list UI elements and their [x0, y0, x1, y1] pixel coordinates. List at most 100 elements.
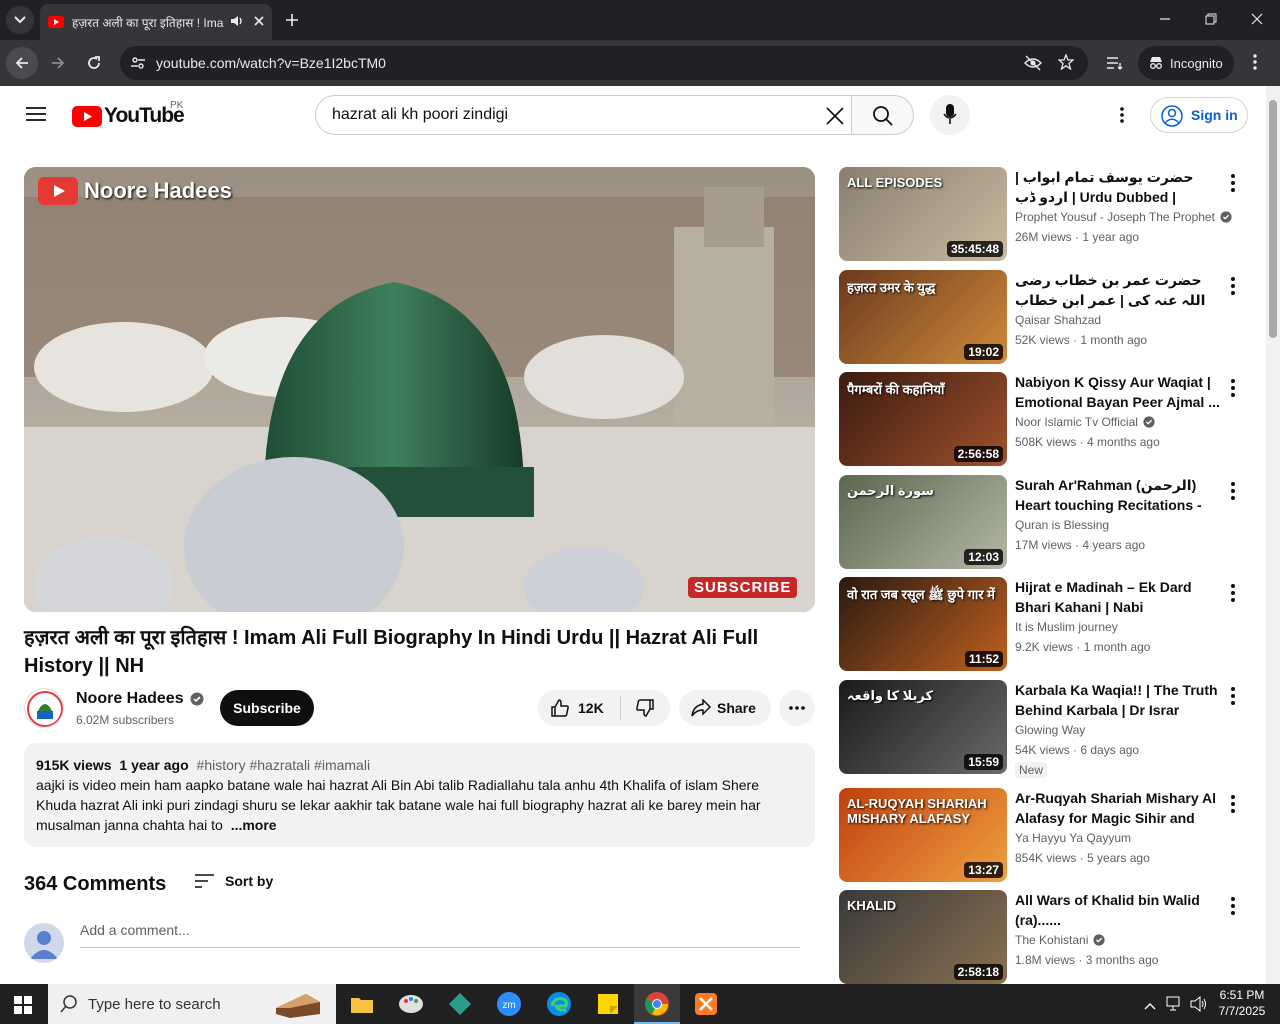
recommended-video[interactable]: KHALID 2:58:18 All Wars of Khalid bin Wali… [839, 890, 1249, 984]
address-bar[interactable]: youtube.com/watch?v=Bze1I2bcTM0 [120, 46, 1088, 80]
volume-icon[interactable] [1190, 995, 1208, 1017]
recommended-menu-icon[interactable] [1225, 171, 1241, 195]
page-scrollbar[interactable] [1266, 86, 1280, 984]
recommended-channel[interactable]: Qaisar Shahzad [1015, 313, 1101, 327]
recommended-menu-icon[interactable] [1225, 581, 1241, 605]
youtube-logo[interactable]: YouTube [72, 104, 185, 128]
video-thumbnail[interactable]: वो रात जब रसूल ﷺ छुपे गार में 11:52 [839, 577, 1007, 671]
more-actions-button[interactable] [779, 690, 815, 726]
video-thumbnail[interactable]: سورة الرحمن 12:03 [839, 475, 1007, 569]
sort-by-button[interactable]: Sort by [194, 872, 273, 890]
speaker-icon[interactable] [230, 15, 244, 30]
reload-icon[interactable] [86, 55, 102, 76]
browser-tab[interactable]: हज़रत अली का पूरा इतिहास ! Imam Ali Full… [40, 4, 272, 40]
channel-avatar[interactable] [24, 688, 64, 728]
search-button[interactable] [852, 95, 914, 135]
forward-icon[interactable] [50, 55, 66, 76]
recommended-age: 1 year ago [1082, 230, 1140, 244]
clear-search-icon[interactable] [826, 107, 844, 130]
tray-chevron-up-icon[interactable] [1144, 997, 1156, 1015]
recommended-channel[interactable]: Ya Hayyu Ya Qayyum [1015, 831, 1131, 845]
recommended-channel-name: Noor Islamic Tv Official [1015, 415, 1138, 429]
windows-start-icon[interactable] [14, 996, 32, 1019]
video-thumbnail[interactable]: کربلا کا واقعہ 15:59 [839, 680, 1007, 774]
minimize-icon[interactable] [1158, 12, 1172, 31]
sticky-notes-icon[interactable] [596, 992, 620, 1016]
reading-list-icon[interactable] [1106, 55, 1124, 76]
recommended-channel-name: The Kohistani [1015, 933, 1089, 947]
recommended-title[interactable]: Surah Ar'Rahman (الرحمن) Heart touching … [1015, 475, 1221, 515]
recommended-channel[interactable]: Glowing Way [1015, 723, 1085, 737]
settings-menu-icon[interactable] [1119, 106, 1125, 129]
incognito-badge[interactable]: Incognito [1138, 46, 1234, 80]
recommended-menu-icon[interactable] [1225, 479, 1241, 503]
recommended-title[interactable]: Karbala Ka Waqia!! | The Truth Behind Ka… [1015, 680, 1221, 720]
recommended-video[interactable]: AL-RUQYAH SHARIAH MISHARY ALAFASY 13:27 Ar… [839, 788, 1249, 882]
recommended-menu-icon[interactable] [1225, 792, 1241, 816]
recommended-title[interactable]: حضرت عمر بن خطاب رضی اللہ عنہ کی | عمر ا… [1015, 270, 1221, 310]
add-comment-input[interactable]: Add a comment... [80, 922, 800, 948]
subscribe-button[interactable]: Subscribe [220, 690, 314, 726]
recommended-title[interactable]: Nabiyon K Qissy Aur Waqiat | Emotional B… [1015, 372, 1221, 412]
hamburger-menu-icon[interactable] [26, 106, 46, 127]
channel-name[interactable]: Noore Hadees [76, 690, 204, 708]
taskbar-search[interactable]: Type here to search [48, 984, 336, 1024]
recommended-video[interactable]: वो रात जब रसूल ﷺ छुपे गार में 11:52 Hijrat… [839, 577, 1249, 671]
recommended-video[interactable]: سورة الرحمن 12:03 Surah Ar'Rahman (الرحمن)… [839, 475, 1249, 569]
recommended-meta: 9.2K views · 1 month ago [1015, 640, 1150, 654]
recommended-channel[interactable]: Noor Islamic Tv Official [1015, 415, 1155, 429]
sign-in-button[interactable]: Sign in [1150, 97, 1248, 133]
chrome-taskbar-button[interactable] [634, 984, 680, 1024]
bookmark-star-icon[interactable] [1057, 53, 1075, 73]
recommended-video[interactable]: ALL EPISODES 35:45:48 حضرت یوسف تمام ابواب… [839, 167, 1249, 261]
recommended-video[interactable]: کربلا کا واقعہ 15:59 Karbala Ka Waqia!! | … [839, 680, 1249, 778]
video-thumbnail[interactable]: KHALID 2:58:18 [839, 890, 1007, 984]
video-thumbnail[interactable]: AL-RUQYAH SHARIAH MISHARY ALAFASY 13:27 [839, 788, 1007, 882]
new-tab-icon[interactable] [282, 10, 302, 30]
recommended-channel[interactable]: It is Muslim journey [1015, 620, 1118, 634]
video-thumbnail[interactable]: ALL EPISODES 35:45:48 [839, 167, 1007, 261]
recommended-channel[interactable]: Prophet Yousuf - Joseph The Prophet [1015, 210, 1232, 224]
tab-search-button[interactable] [6, 6, 34, 34]
voice-search-button[interactable] [930, 95, 970, 135]
recommended-video[interactable]: पैगम्बरों की कहानियाँ 2:56:58 Nabiyon K Qi… [839, 372, 1249, 466]
recommended-menu-icon[interactable] [1225, 376, 1241, 400]
recommended-channel[interactable]: Quran is Blessing [1015, 518, 1109, 532]
video-player[interactable]: Noore Hadees SUBSCRIBE [24, 167, 815, 612]
recommended-video[interactable]: हज़रत उमर के युद्ध 19:02 حضرت عمر بن خطاب … [839, 270, 1249, 364]
recommended-title[interactable]: All Wars of Khalid bin Walid (ra)...... [1015, 890, 1221, 930]
window-close-icon[interactable] [1250, 12, 1264, 31]
recommended-menu-icon[interactable] [1225, 274, 1241, 298]
recommended-title[interactable]: حضرت یوسف تمام ابواب | اردو ڈب | Urdu Du… [1015, 167, 1221, 207]
scrollbar-thumb[interactable] [1269, 100, 1277, 338]
paint-app-icon[interactable] [398, 992, 424, 1016]
search-input[interactable]: hazrat ali kh poori zindigi [315, 95, 852, 135]
description-box[interactable]: 915K views 1 year ago #history #hazratal… [24, 743, 815, 847]
xampp-icon[interactable] [694, 992, 718, 1016]
like-button[interactable]: 12K [538, 690, 620, 726]
zoom-app-icon[interactable]: zm [496, 991, 522, 1017]
app-diamond-icon[interactable] [448, 992, 472, 1016]
dislike-button[interactable] [621, 690, 669, 726]
share-button[interactable]: Share [679, 690, 771, 726]
edge-browser-icon[interactable] [546, 991, 572, 1017]
recommended-title[interactable]: Hijrat e Madinah – Ek Dard Bhari Kahani … [1015, 577, 1221, 617]
tab-close-icon[interactable] [254, 15, 264, 29]
video-thumbnail[interactable]: पैगम्बरों की कहानियाँ 2:56:58 [839, 372, 1007, 466]
hashtags[interactable]: #history #hazratali #imamali [197, 757, 371, 773]
thumbnail-caption: वो रात जब रसूल ﷺ छुपे गार में [847, 587, 995, 602]
show-more-link[interactable]: ...more [231, 817, 277, 833]
file-explorer-icon[interactable] [350, 992, 374, 1016]
recommended-menu-icon[interactable] [1225, 894, 1241, 918]
browser-menu-icon[interactable] [1252, 53, 1258, 76]
video-thumbnail[interactable]: हज़रत उमर के युद्ध 19:02 [839, 270, 1007, 364]
restore-icon[interactable] [1204, 12, 1218, 31]
network-icon[interactable] [1166, 996, 1184, 1017]
back-icon[interactable] [6, 47, 38, 79]
recommended-title[interactable]: Ar-Ruqyah Shariah Mishary Al Alafasy for… [1015, 788, 1221, 828]
site-info-icon[interactable] [130, 55, 146, 74]
system-clock[interactable]: 6:51 PM 7/7/2025 [1212, 987, 1272, 1019]
recommended-channel[interactable]: The Kohistani [1015, 933, 1105, 947]
eye-off-icon[interactable] [1024, 55, 1042, 74]
recommended-menu-icon[interactable] [1225, 684, 1241, 708]
